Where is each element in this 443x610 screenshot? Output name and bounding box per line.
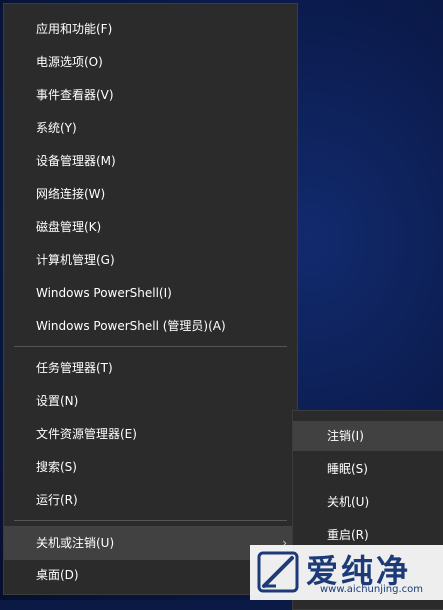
menu-separator — [14, 520, 287, 521]
winx-context-menu: 应用和功能(F) 电源选项(O) 事件查看器(V) 系统(Y) 设备管理器(M)… — [3, 3, 298, 595]
watermark: 爱纯净 www.aichunjing.com — [250, 545, 443, 600]
menu-item-event-viewer[interactable]: 事件查看器(V) — [4, 80, 297, 110]
menu-item-powershell[interactable]: Windows PowerShell(I) — [4, 278, 297, 308]
menu-item-label: 关机或注销(U) — [36, 536, 115, 550]
watermark-url: www.aichunjing.com — [320, 584, 423, 595]
submenu-item-shut-down[interactable]: 关机(U) — [293, 487, 443, 517]
menu-item-power-options[interactable]: 电源选项(O) — [4, 47, 297, 77]
watermark-logo-icon — [257, 551, 299, 593]
menu-item-settings[interactable]: 设置(N) — [4, 386, 297, 416]
submenu-item-sleep[interactable]: 睡眠(S) — [293, 454, 443, 484]
menu-item-apps-features[interactable]: 应用和功能(F) — [4, 14, 297, 44]
menu-item-device-manager[interactable]: 设备管理器(M) — [4, 146, 297, 176]
menu-item-search[interactable]: 搜索(S) — [4, 452, 297, 482]
menu-item-computer-management[interactable]: 计算机管理(G) — [4, 245, 297, 275]
menu-item-system[interactable]: 系统(Y) — [4, 113, 297, 143]
menu-item-file-explorer[interactable]: 文件资源管理器(E) — [4, 419, 297, 449]
menu-item-task-manager[interactable]: 任务管理器(T) — [4, 353, 297, 383]
menu-item-disk-management[interactable]: 磁盘管理(K) — [4, 212, 297, 242]
menu-item-powershell-admin[interactable]: Windows PowerShell (管理员)(A) — [4, 311, 297, 341]
menu-item-run[interactable]: 运行(R) — [4, 485, 297, 515]
menu-separator — [14, 346, 287, 347]
submenu-item-sign-out[interactable]: 注销(I) — [293, 421, 443, 451]
menu-item-network-connections[interactable]: 网络连接(W) — [4, 179, 297, 209]
